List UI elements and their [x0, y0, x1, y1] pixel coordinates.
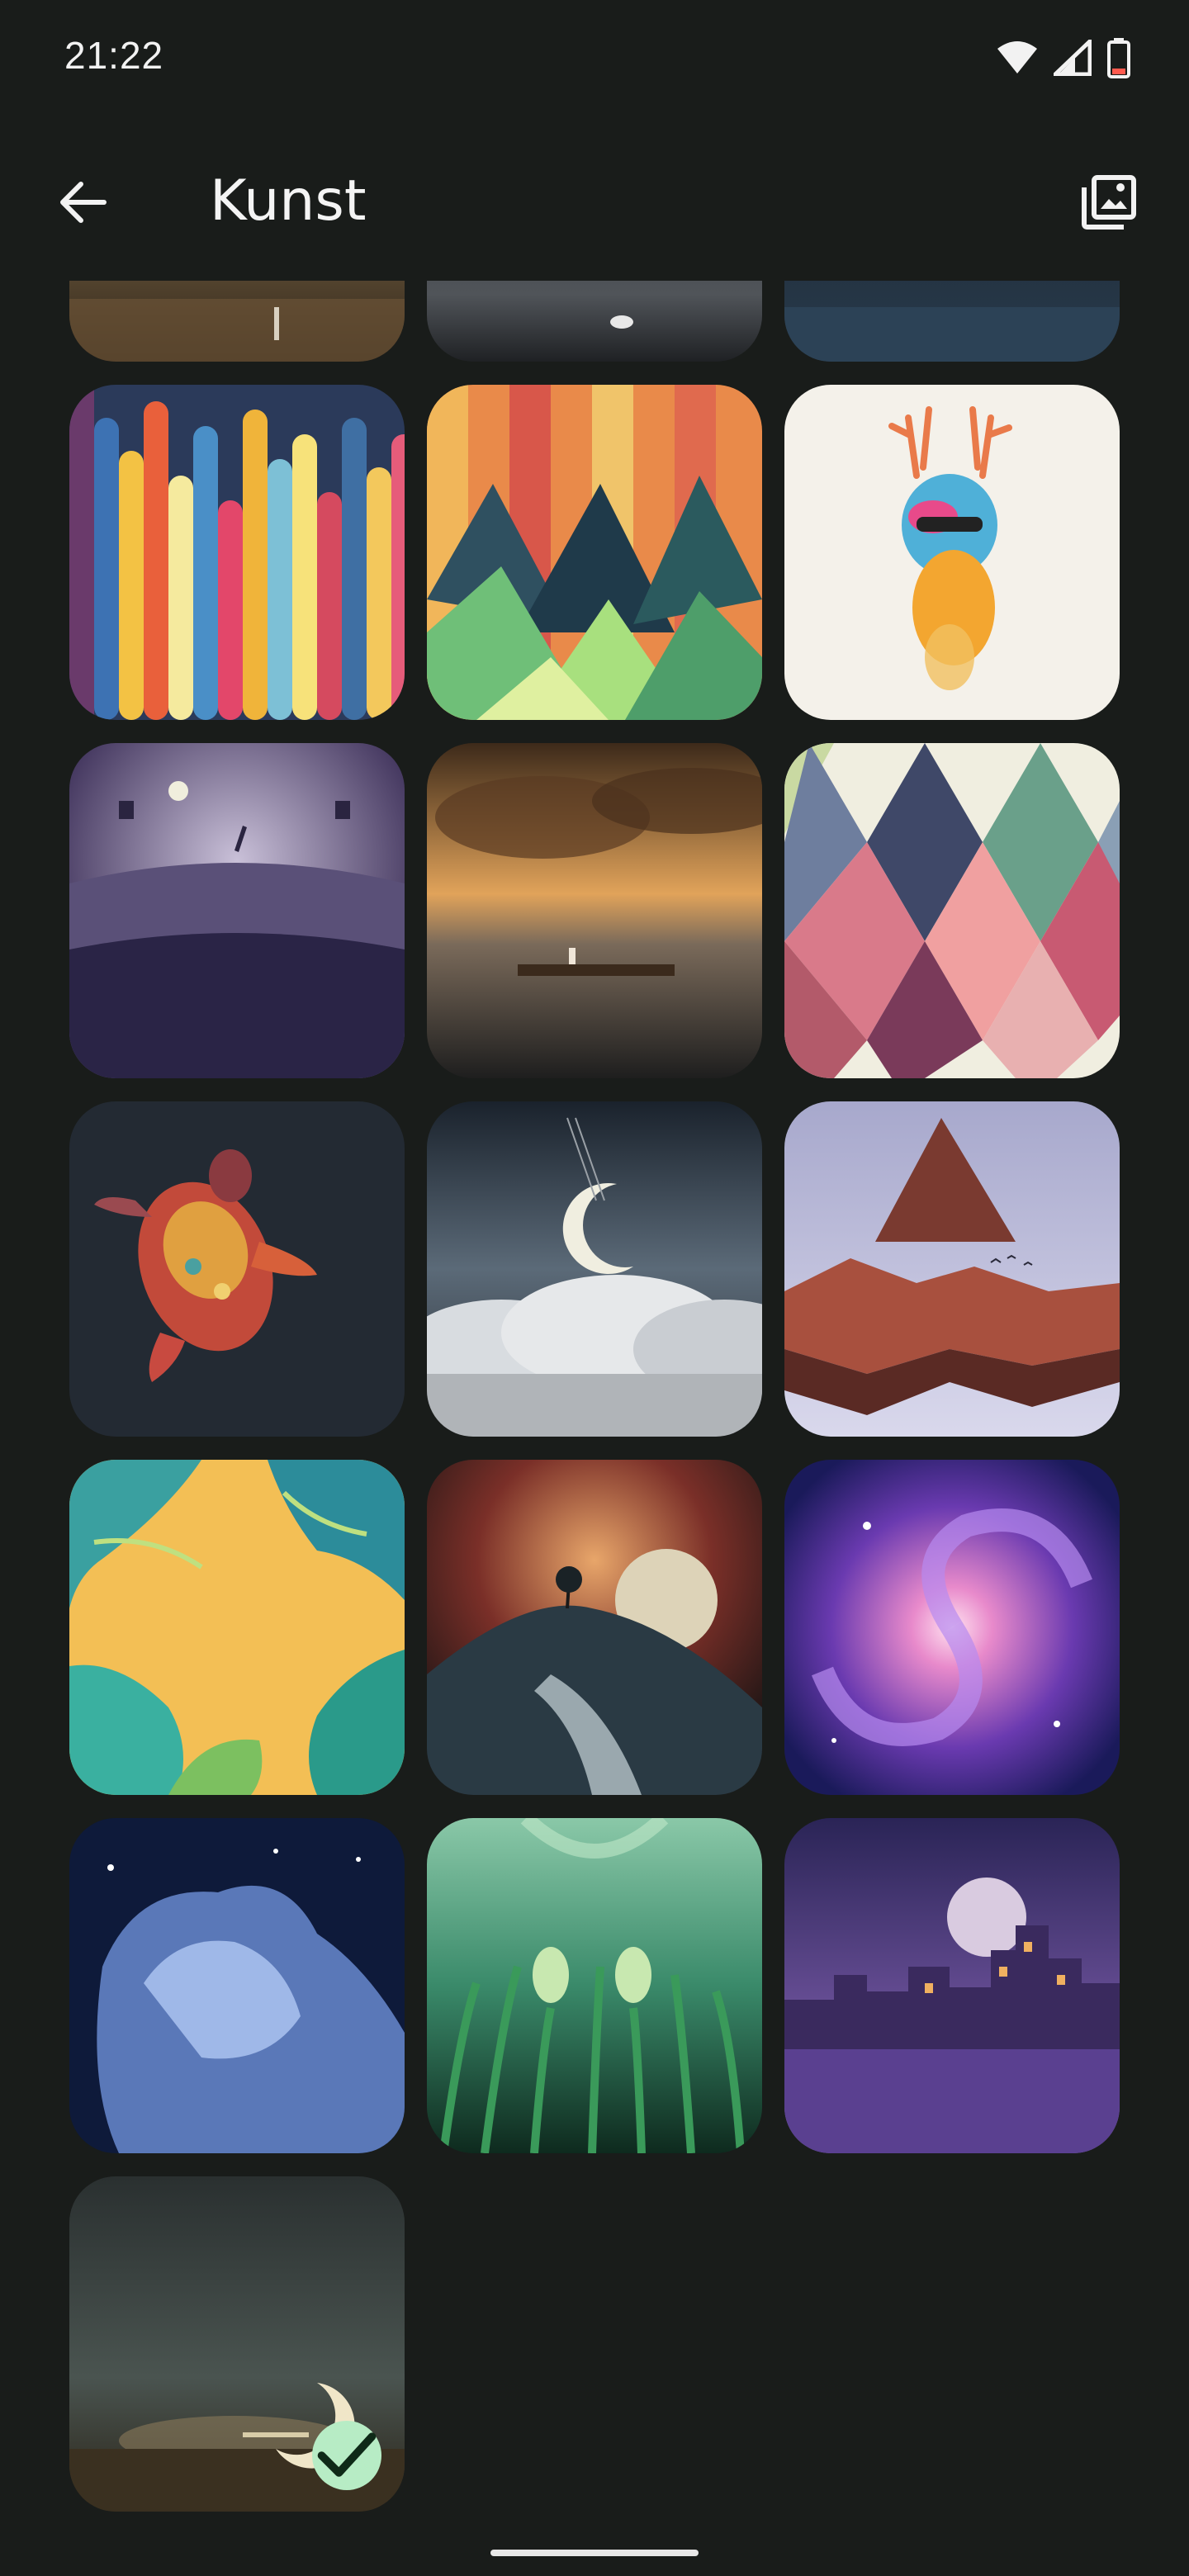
wallpaper-grid [0, 281, 1189, 2543]
wallpaper-tile[interactable] [427, 281, 762, 362]
page-title: Kunst [210, 168, 367, 234]
image-picker-icon [1082, 175, 1136, 230]
wallpaper-thumbnail [69, 1101, 405, 1437]
wallpaper-thumbnail [784, 1460, 1120, 1795]
wallpaper-thumbnail [69, 385, 405, 720]
wallpaper-tile[interactable] [784, 281, 1120, 362]
wallpaper-tile[interactable] [69, 385, 405, 720]
wallpaper-thumbnail [784, 1101, 1120, 1437]
wallpaper-thumbnail [427, 743, 762, 1078]
wallpaper-tile[interactable] [427, 743, 762, 1078]
wallpaper-thumbnail [784, 743, 1120, 1078]
wallpaper-thumbnail [69, 1460, 405, 1795]
arrow-back-icon [60, 182, 107, 223]
wallpaper-tile[interactable] [784, 743, 1120, 1078]
wallpaper-tile[interactable] [784, 385, 1120, 720]
wallpaper-thumbnail [427, 281, 762, 362]
status-time: 21:22 [64, 34, 164, 77]
status-bar: 21:22 [0, 0, 1189, 116]
wallpaper-tile[interactable] [427, 1101, 762, 1437]
wallpaper-thumbnail [427, 1101, 762, 1437]
wallpaper-thumbnail [69, 743, 405, 1078]
wallpaper-thumbnail [427, 385, 762, 720]
wallpaper-tile[interactable] [784, 1818, 1120, 2153]
wallpaper-tile[interactable] [784, 1101, 1120, 1437]
wallpaper-thumbnail [784, 1818, 1120, 2153]
gesture-nav-bar[interactable] [490, 2550, 699, 2556]
wallpaper-tile[interactable] [69, 2176, 405, 2512]
wallpaper-thumbnail [427, 1460, 762, 1795]
image-picker-button[interactable] [1073, 167, 1144, 238]
back-button[interactable] [50, 169, 116, 235]
checkmark-icon [317, 2432, 377, 2477]
wallpaper-tile[interactable] [69, 743, 405, 1078]
wallpaper-tile[interactable] [69, 1101, 405, 1437]
wallpaper-tile[interactable] [69, 1818, 405, 2153]
battery-icon [1107, 38, 1130, 78]
wallpaper-thumbnail [69, 281, 405, 362]
wifi-icon [997, 41, 1037, 73]
wallpaper-thumbnail [784, 281, 1120, 362]
selected-check-badge [312, 2421, 381, 2490]
wallpaper-tile[interactable] [427, 1818, 762, 2153]
app-bar: Kunst [0, 149, 1189, 256]
wallpaper-tile[interactable] [427, 1460, 762, 1795]
wallpaper-thumbnail [427, 1818, 762, 2153]
wallpaper-thumbnail [784, 385, 1120, 720]
wallpaper-tile[interactable] [69, 281, 405, 362]
wallpaper-thumbnail [69, 1818, 405, 2153]
system-icons [996, 35, 1131, 81]
wallpaper-tile[interactable] [69, 1460, 405, 1795]
signal-icon [1054, 40, 1092, 76]
wallpaper-tile[interactable] [784, 1460, 1120, 1795]
wallpaper-tile[interactable] [427, 385, 762, 720]
